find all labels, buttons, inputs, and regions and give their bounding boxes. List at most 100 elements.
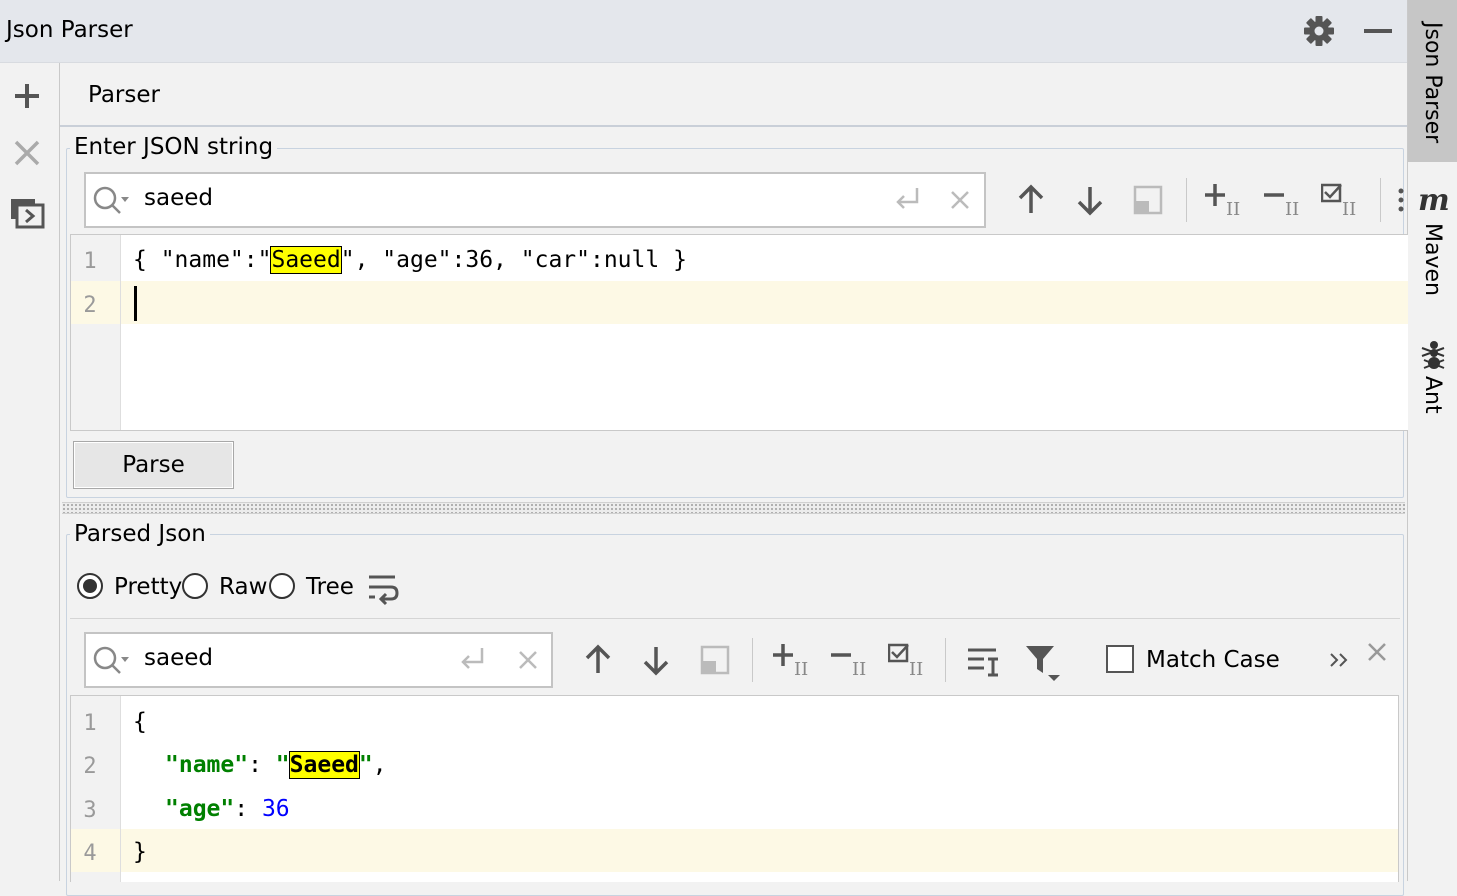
code-text: : bbox=[234, 796, 262, 822]
remove-selection-icon[interactable]: II bbox=[1264, 182, 1304, 216]
input-search-field[interactable]: saeed bbox=[84, 172, 986, 228]
code-text: } bbox=[133, 839, 147, 865]
toolbar-separator bbox=[945, 638, 946, 682]
json-key: "name" bbox=[165, 752, 249, 778]
parse-button[interactable]: Parse bbox=[73, 441, 234, 489]
code-text: , bbox=[372, 752, 387, 778]
svg-text:II: II bbox=[1285, 199, 1299, 216]
radio-circle bbox=[182, 573, 208, 599]
search-icon bbox=[93, 646, 129, 674]
current-line-highlight bbox=[121, 281, 1408, 324]
stripe-json-parser[interactable]: Json Parser bbox=[1408, 0, 1457, 162]
more-icon[interactable] bbox=[1327, 648, 1351, 672]
radio-label: Tree bbox=[306, 574, 354, 600]
tab-bar: Parser bbox=[60, 63, 1407, 127]
current-line-highlight bbox=[121, 829, 1398, 872]
json-number: 36 bbox=[261, 796, 290, 822]
input-group-legend: Enter JSON string bbox=[70, 134, 278, 160]
more-icon[interactable] bbox=[1396, 186, 1406, 220]
filter-icon[interactable] bbox=[1024, 643, 1062, 681]
tab-parser[interactable]: Parser bbox=[88, 82, 160, 108]
code-line: { "name":"Saeed", "age":36, "car":null } bbox=[133, 246, 687, 274]
json-input-editor[interactable]: 1 2 { "name":"Saeed", "age":36, "car":nu… bbox=[70, 234, 1408, 431]
minimize-icon bbox=[1364, 29, 1392, 33]
match-case-label: Match Case bbox=[1146, 647, 1280, 673]
restore-icon bbox=[11, 199, 45, 229]
toolbar-separator bbox=[1380, 178, 1381, 222]
radio-pretty[interactable]: Pretty bbox=[77, 572, 182, 604]
code-text: ", "age":36, "car":null } bbox=[340, 247, 687, 273]
toolbar-separator bbox=[752, 638, 753, 682]
radio-tree[interactable]: Tree bbox=[269, 572, 361, 604]
code-text: { bbox=[133, 709, 147, 735]
stripe-label: Ant bbox=[1420, 376, 1445, 414]
arrow-down-icon[interactable] bbox=[1073, 183, 1107, 217]
minimize-button[interactable] bbox=[1360, 12, 1398, 50]
checkbox-box bbox=[1106, 645, 1134, 673]
select-all-occurrences-icon[interactable] bbox=[698, 643, 732, 677]
radio-circle bbox=[77, 573, 103, 599]
search-icon bbox=[93, 186, 129, 214]
search-input[interactable]: saeed bbox=[144, 645, 213, 671]
clear-icon[interactable] bbox=[516, 648, 540, 672]
json-output-editor[interactable]: 1 2 3 4 { "name": "Saeed", "age": 36 } bbox=[70, 695, 1399, 882]
clear-icon[interactable] bbox=[948, 188, 972, 212]
divider bbox=[70, 618, 1400, 619]
stripe-ant[interactable]: Ant bbox=[1408, 338, 1457, 428]
search-match: Saeed bbox=[288, 751, 360, 779]
radio-dot bbox=[83, 579, 97, 593]
newline-icon[interactable] bbox=[456, 644, 488, 676]
add-icon bbox=[15, 84, 39, 108]
search-input[interactable]: saeed bbox=[144, 185, 213, 211]
add-selection-icon[interactable]: II bbox=[1205, 182, 1245, 216]
splitter-handle[interactable] bbox=[62, 502, 1405, 514]
output-search-field[interactable]: saeed bbox=[84, 632, 553, 688]
toggle-selection-icon[interactable]: II bbox=[888, 642, 928, 676]
stripe-maven[interactable]: m Maven bbox=[1408, 180, 1457, 305]
select-all-occurrences-icon[interactable] bbox=[1131, 183, 1165, 217]
toggle-selection-icon[interactable]: II bbox=[1321, 182, 1361, 216]
search-match: Saeed bbox=[270, 246, 342, 274]
remove-selection-icon[interactable]: II bbox=[831, 642, 871, 676]
arrow-down-icon[interactable] bbox=[639, 643, 673, 677]
line-number: 2 bbox=[83, 293, 97, 318]
code-text: { "name":" bbox=[133, 247, 272, 273]
maven-icon: m bbox=[1418, 185, 1449, 215]
toolbar-separator bbox=[1186, 178, 1187, 222]
soft-wrap-icon[interactable] bbox=[366, 572, 400, 606]
settings-icon bbox=[1304, 16, 1334, 46]
line-number: 3 bbox=[83, 798, 97, 823]
window-title: Json Parser bbox=[6, 17, 133, 43]
close-tab-button[interactable] bbox=[8, 134, 46, 172]
svg-text:II: II bbox=[1226, 199, 1240, 216]
stripe-label: Maven bbox=[1420, 223, 1445, 296]
radio-raw[interactable]: Raw bbox=[182, 572, 268, 604]
text-caret bbox=[134, 286, 137, 321]
code-line: "name": "Saeed", bbox=[165, 751, 387, 779]
code-line: } bbox=[133, 839, 147, 865]
add-selection-icon[interactable]: II bbox=[773, 642, 813, 676]
svg-text:II: II bbox=[794, 659, 808, 676]
close-icon[interactable] bbox=[1365, 640, 1389, 664]
arrow-up-icon[interactable] bbox=[1014, 183, 1048, 217]
svg-text:II: II bbox=[1342, 199, 1356, 216]
left-toolbar bbox=[0, 63, 60, 881]
arrow-up-icon[interactable] bbox=[581, 643, 615, 677]
json-string-quote: " bbox=[275, 752, 290, 778]
svg-text:m: m bbox=[1418, 185, 1449, 215]
add-tab-button[interactable] bbox=[8, 77, 46, 115]
restore-layout-button[interactable] bbox=[8, 194, 46, 232]
code-line: { bbox=[133, 709, 147, 735]
code-text: : bbox=[248, 752, 276, 778]
ant-icon bbox=[1421, 341, 1445, 369]
radio-circle bbox=[269, 573, 295, 599]
radio-label: Raw bbox=[219, 574, 268, 600]
output-group-legend: Parsed Json bbox=[70, 521, 210, 547]
title-bar: Json Parser bbox=[0, 0, 1407, 63]
match-case-checkbox[interactable]: Match Case bbox=[1106, 645, 1280, 677]
close-icon bbox=[14, 140, 40, 166]
settings-button[interactable] bbox=[1300, 12, 1338, 50]
line-number: 1 bbox=[83, 711, 97, 736]
newline-icon[interactable] bbox=[891, 184, 923, 216]
soft-wrap-icon[interactable] bbox=[966, 645, 1000, 679]
